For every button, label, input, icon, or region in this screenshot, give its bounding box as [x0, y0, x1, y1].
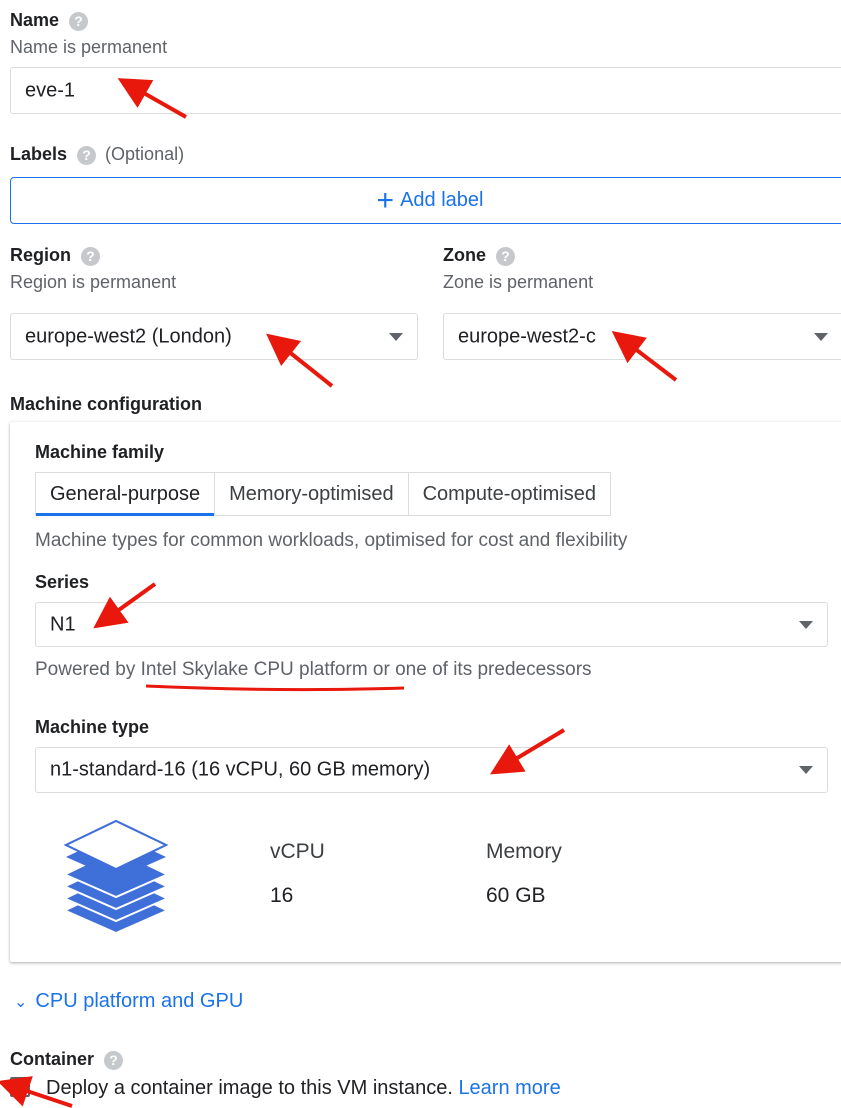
region-select-value: europe-west2 (London) — [25, 325, 232, 347]
tab-memory-optimised[interactable]: Memory-optimised — [215, 473, 409, 515]
cpu-platform-gpu-text: CPU platform and GPU — [35, 990, 244, 1012]
zone-subtitle: Zone is permanent — [443, 272, 594, 292]
tab-compute-optimised[interactable]: Compute-optimised — [409, 473, 610, 515]
machine-type-select-value: n1-standard-16 (16 vCPU, 60 GB memory) — [50, 758, 431, 781]
machine-family-description: Machine types for common workloads, opti… — [35, 530, 628, 551]
memory-value: 60 GB — [486, 884, 546, 907]
zone-heading: Zone? — [443, 245, 515, 266]
name-subtitle: Name is permanent — [10, 37, 168, 57]
region-subtitle: Region is permanent — [10, 272, 177, 292]
vcpu-value: 16 — [270, 884, 294, 907]
tab-general-purpose[interactable]: General-purpose — [36, 473, 216, 516]
plus-icon: + — [376, 183, 395, 217]
powered-by-text: Powered by Intel Skylake CPU platform or… — [35, 659, 592, 681]
labels-optional: (Optional) — [105, 144, 185, 164]
zone-title: Zone — [443, 245, 486, 265]
labels-help-icon[interactable]: ? — [77, 145, 97, 165]
add-label-button[interactable]: + Add label — [10, 177, 841, 224]
deploy-container-checkbox[interactable] — [10, 1077, 30, 1097]
name-input[interactable]: eve-1 — [10, 67, 841, 114]
name-title: Name — [10, 10, 60, 30]
labels-title: Labels — [10, 144, 68, 164]
machine-type-select[interactable]: n1-standard-16 (16 vCPU, 60 GB memory) — [35, 747, 828, 793]
machine-config-title: Machine configuration — [10, 394, 203, 414]
name-heading: Name? — [10, 10, 89, 31]
cpu-platform-link[interactable]: Intel Skylake CPU platform — [141, 659, 368, 680]
machine-type-dropdown-arrow-icon — [799, 766, 813, 774]
region-title: Region — [10, 245, 71, 265]
series-select-value: N1 — [50, 613, 76, 635]
region-heading: Region? — [10, 245, 100, 266]
container-help-icon[interactable]: ? — [104, 1050, 124, 1070]
name-input-value: eve-1 — [25, 79, 76, 101]
zone-select-value: europe-west2-c — [458, 325, 596, 347]
deploy-container-label: Deploy a container image to this VM inst… — [46, 1077, 453, 1099]
zone-help-icon[interactable]: ? — [496, 246, 515, 266]
cpu-platform-gpu-expander[interactable]: ⌄ CPU platform and GPU — [14, 990, 243, 1013]
vcpu-label: vCPU — [270, 840, 325, 863]
zone-dropdown-arrow-icon — [814, 332, 828, 341]
memory-label: Memory — [486, 840, 562, 863]
machine-family-tabs: General-purpose Memory-optimised Compute… — [35, 472, 611, 516]
series-select[interactable]: N1 — [35, 602, 828, 647]
labels-heading: Labels? (Optional) — [10, 144, 184, 165]
container-heading: Container? — [10, 1049, 124, 1070]
deploy-container-text: Deploy a container image to this VM inst… — [46, 1077, 561, 1100]
learn-more-link[interactable]: Learn more — [458, 1077, 560, 1099]
powered-prefix: Powered by — [35, 659, 141, 680]
double-chevron-down-icon: ⌄ — [14, 994, 28, 1011]
add-label-text: Add label — [400, 189, 484, 211]
zone-select[interactable]: europe-west2-c — [443, 313, 841, 360]
region-select[interactable]: europe-west2 (London) — [10, 313, 418, 360]
name-help-icon[interactable]: ? — [69, 11, 89, 31]
machine-family-title: Machine family — [35, 442, 165, 462]
machine-type-title: Machine type — [35, 717, 150, 737]
powered-suffix: or one of its predecessors — [367, 659, 592, 680]
region-dropdown-arrow-icon — [389, 332, 403, 341]
machine-stack-icon — [63, 819, 169, 933]
region-help-icon[interactable]: ? — [81, 246, 100, 266]
container-title: Container — [10, 1049, 95, 1069]
series-dropdown-arrow-icon — [799, 620, 813, 629]
series-title: Series — [35, 572, 90, 592]
